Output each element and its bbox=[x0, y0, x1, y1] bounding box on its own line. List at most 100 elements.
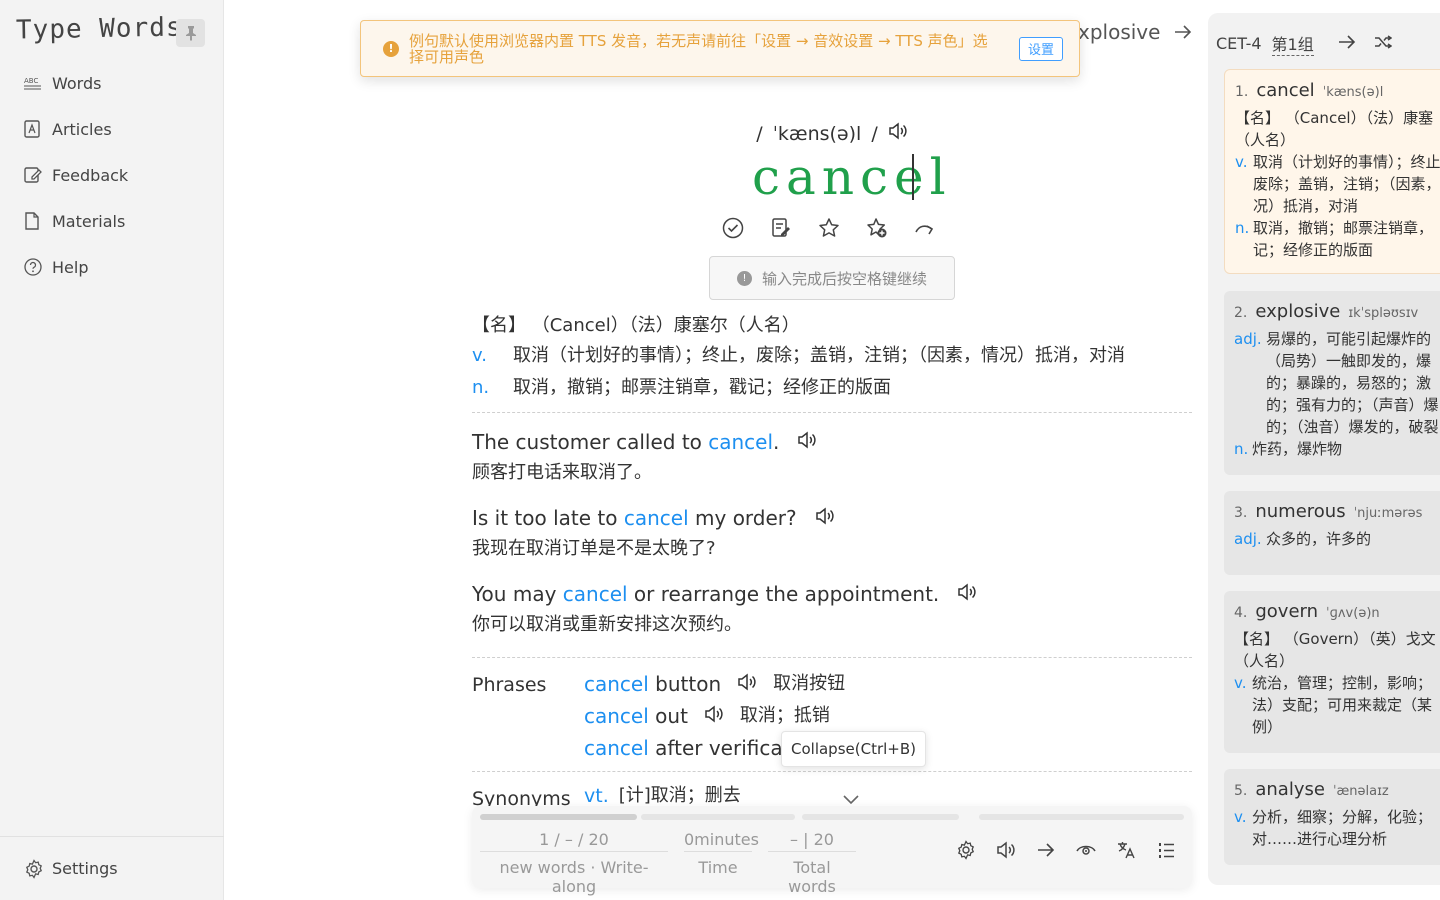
card-index: 1. bbox=[1235, 84, 1249, 100]
card-word: explosive bbox=[1255, 301, 1341, 322]
speaker-icon[interactable] bbox=[797, 425, 817, 459]
definitions-section: 【名】 （Cancel）（法）康塞尔（人名） v. 取消（计划好的事情）；终止，… bbox=[472, 312, 1192, 658]
card-def-text: 炸药，爆炸物 bbox=[1252, 440, 1343, 458]
sidebar-item-label: Words bbox=[52, 73, 102, 93]
card-def-line: 对……进行心理分析 bbox=[1252, 830, 1388, 848]
card-def-text: 取消（计划好的事情）；终止 bbox=[1253, 153, 1440, 171]
settings-button[interactable]: Settings bbox=[0, 836, 224, 900]
sidebar-item-materials[interactable]: Materials bbox=[20, 198, 216, 244]
card-def-line: v. 取消（计划好的事情）；终止 bbox=[1235, 151, 1440, 173]
part-of-speech: adj. bbox=[1234, 330, 1262, 348]
card-def-line: 【名】 （Govern）（英）戈文 bbox=[1234, 630, 1436, 648]
phrase-keyword: cancel bbox=[584, 736, 649, 760]
card-def-line: 例） bbox=[1252, 718, 1283, 736]
word-card[interactable]: 1. cancel ˈkæns(ə)l 【名】 （Cancel）（法）康塞 （人… bbox=[1224, 69, 1440, 274]
stat-value: – | 20 bbox=[768, 828, 856, 852]
card-phonetic: ˈɡʌv(ə)n bbox=[1326, 606, 1380, 621]
info-icon: ! bbox=[736, 270, 752, 286]
star-add-icon[interactable] bbox=[866, 216, 888, 240]
speaker-icon[interactable] bbox=[815, 501, 835, 535]
part-of-speech: v. bbox=[1234, 808, 1247, 826]
stat-total: – | 20 Total words bbox=[768, 828, 856, 896]
card-def-line: （人名） bbox=[1234, 652, 1295, 670]
example-text: Is it too late to bbox=[472, 506, 624, 530]
eye-icon[interactable] bbox=[1076, 840, 1096, 860]
next-group-arrow-icon[interactable] bbox=[1338, 34, 1356, 53]
part-of-speech: adj. bbox=[1234, 530, 1262, 548]
mastered-check-icon[interactable] bbox=[722, 216, 744, 240]
card-def-line: 记；经修正的版面 bbox=[1253, 241, 1374, 259]
edit-note-icon[interactable] bbox=[770, 216, 792, 240]
speaker-icon[interactable] bbox=[888, 122, 908, 145]
progress-segment bbox=[802, 814, 959, 820]
definition-text: 取消，撤销；邮票注销章，戳记；经修正的版面 bbox=[513, 377, 891, 398]
word-card[interactable]: 2. explosive ɪkˈspləʊsɪv adj. 易爆的，可能引起爆炸的… bbox=[1224, 291, 1440, 475]
word-card[interactable]: 3. numerous ˈnjuːmərəs adj. 众多的，许多的 bbox=[1224, 491, 1440, 575]
speaker-icon[interactable] bbox=[957, 577, 977, 611]
example-sentence: Is it too late to cancel my order? bbox=[472, 501, 1192, 535]
sidebar-item-words[interactable]: ABC Words bbox=[20, 60, 216, 106]
card-def-text: 分析，细察；分解，化验； bbox=[1252, 808, 1433, 826]
gear-icon[interactable] bbox=[956, 840, 976, 860]
card-def-line: 的；强有力的；（声音）爆 bbox=[1266, 396, 1439, 414]
help-icon bbox=[24, 258, 52, 276]
example-sentence: The customer called to cancel. bbox=[472, 425, 1192, 459]
book-name[interactable]: CET-4 bbox=[1216, 34, 1262, 53]
word-card[interactable]: 5. analyse ˈænəlaɪz v. 分析，细察；分解，化验； 对……进行… bbox=[1224, 769, 1440, 865]
sidebar-item-label: Help bbox=[52, 257, 89, 277]
speaker-icon[interactable] bbox=[737, 668, 757, 700]
next-word-link[interactable]: xplosive bbox=[1078, 20, 1192, 44]
example-item: Is it too late to cancel my order? 我现在取消… bbox=[472, 501, 1192, 563]
phrase-text: out bbox=[648, 704, 688, 728]
card-phonetic: ˈkæns(ə)l bbox=[1322, 85, 1384, 100]
card-def-line: 【名】 （Cancel）（法）康塞 bbox=[1235, 109, 1434, 127]
list-icon[interactable] bbox=[1156, 840, 1176, 860]
example-text: The customer called to bbox=[472, 430, 709, 454]
card-def-text: 统治，管理；控制，影响； bbox=[1252, 674, 1433, 692]
card-word: cancel bbox=[1256, 80, 1315, 101]
text-cursor bbox=[912, 154, 914, 200]
pin-button[interactable] bbox=[176, 19, 205, 47]
card-index: 5. bbox=[1234, 783, 1248, 799]
app-logo: Type Words bbox=[15, 12, 183, 46]
card-word: analyse bbox=[1255, 779, 1325, 800]
part-of-speech: v. bbox=[1234, 674, 1247, 692]
collapse-tooltip: Collapse(Ctrl+B) bbox=[781, 731, 926, 767]
toast-message: 例句默认使用浏览器内置 TTS 发音，若无声请前往「设置 → 音效设置 → TT… bbox=[409, 31, 988, 66]
sidebar-item-feedback[interactable]: Feedback bbox=[20, 152, 216, 198]
card-index: 4. bbox=[1234, 605, 1248, 621]
toast-settings-button[interactable]: 设置 bbox=[1018, 36, 1063, 61]
word-card[interactable]: 4. govern ˈɡʌv(ə)n 【名】 （Govern）（英）戈文 （人名… bbox=[1224, 591, 1440, 753]
example-keyword: cancel bbox=[708, 430, 774, 454]
stat-label: Time bbox=[698, 858, 738, 877]
translate-icon[interactable] bbox=[1116, 840, 1136, 860]
arrow-right-icon[interactable] bbox=[1036, 840, 1056, 860]
speaker-icon[interactable] bbox=[704, 700, 724, 732]
phrase-text: button bbox=[648, 672, 722, 696]
card-def-line: 况）抵消，对消 bbox=[1253, 197, 1359, 215]
shuffle-icon[interactable] bbox=[1374, 34, 1393, 53]
phonetic-slash-right: / bbox=[871, 122, 878, 145]
skip-icon[interactable] bbox=[914, 216, 936, 240]
progress-segment bbox=[979, 814, 1184, 820]
word-toolbar bbox=[722, 216, 936, 240]
group-selector[interactable]: 第1组 bbox=[1271, 31, 1314, 56]
card-def-line: adj. 众多的，许多的 bbox=[1234, 528, 1440, 550]
star-icon[interactable] bbox=[818, 216, 840, 240]
section-divider bbox=[472, 771, 1192, 772]
sidebar-item-help[interactable]: Help bbox=[20, 244, 216, 290]
example-item: The customer called to cancel. 顾客打电话来取消了… bbox=[472, 425, 1192, 487]
volume-icon[interactable] bbox=[996, 840, 1016, 860]
card-word: govern bbox=[1255, 601, 1319, 622]
phonetic-slash-left: / bbox=[756, 122, 763, 145]
card-def-line: （人名） bbox=[1235, 131, 1296, 149]
document-icon bbox=[24, 212, 52, 230]
typed-word: cancel bbox=[752, 148, 952, 206]
next-word-label: xplosive bbox=[1078, 20, 1161, 44]
example-text: my order? bbox=[688, 506, 797, 530]
gear-icon bbox=[24, 858, 52, 879]
stats-toolbar bbox=[956, 840, 1176, 860]
settings-label: Settings bbox=[52, 859, 118, 878]
card-header: 1. cancel ˈkæns(ə)l bbox=[1235, 80, 1440, 101]
card-def-text: 取消，撤销；邮票注销章， bbox=[1253, 219, 1434, 237]
